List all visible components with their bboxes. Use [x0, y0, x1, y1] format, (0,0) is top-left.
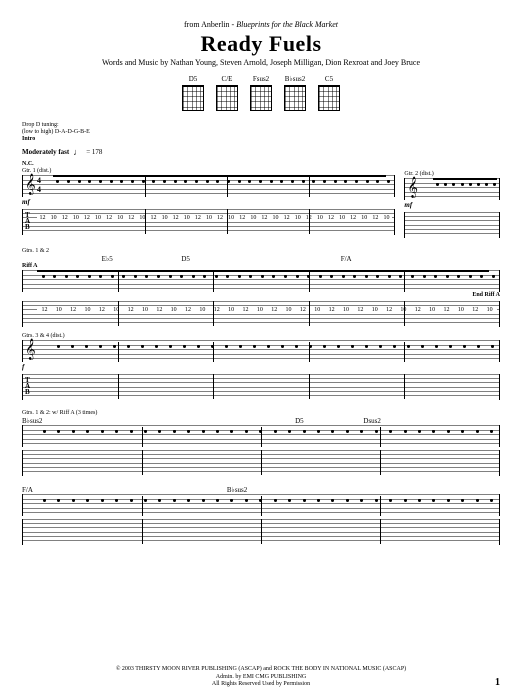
treble-clef-icon: 𝄞 [25, 174, 36, 195]
part-gtr2: Gtr. 2 (dist.) [404, 171, 500, 177]
chord-c5: C5 [318, 75, 340, 112]
system-1: N.C. Gtr. 1 (dist.) 𝄞 44 mf TAB 12101210… [22, 161, 500, 238]
part-riffa-3x: Gtrs. 1 & 2: w/ Riff A (3 times) [22, 410, 500, 416]
treble-clef-icon: 𝄞 [25, 339, 36, 360]
system-3: Gtrs. 1 & 2: w/ Riff A (3 times) B♭sus2D… [22, 410, 500, 476]
tuning-info: Drop D tuning: (low to high) D-A-D-G-B-E… [22, 122, 500, 144]
notation-staff-2 [22, 270, 500, 292]
tab-staff-4 [22, 519, 500, 545]
treble-clef-icon: 𝄞 [407, 177, 418, 198]
page-number: 1 [495, 677, 500, 688]
tempo: Moderately fast ♩ = 178 [22, 147, 500, 157]
dynamics-mf-2: mf [404, 201, 500, 209]
chord-bbsus2: B♭sus2 [284, 75, 306, 112]
chord-row-3: B♭sus2D5Dsus2 [22, 417, 500, 425]
notation-staff-4 [22, 494, 500, 516]
chord-d5: D5 [182, 75, 204, 112]
tempo-label: Moderately fast [22, 148, 69, 156]
source-line: from Anberlin - Blueprints for the Black… [22, 20, 500, 29]
section-label: Intro [22, 136, 500, 143]
album-title: Blueprints for the Black Market [236, 20, 338, 29]
tab-staff-gtr2 [404, 212, 500, 238]
part-gtr1: N.C. [22, 161, 395, 167]
notation-staff-3 [22, 425, 500, 447]
tab-staff-2b: TAB [22, 374, 500, 400]
tab-staff-2: 1210121012101210121012101210121012101210… [22, 301, 500, 327]
chord-row-2: E♭5D5F/A [22, 255, 500, 263]
copyright-line-1: © 2003 THIRSTY MOON RIVER PUBLISHING (AS… [22, 666, 500, 673]
copyright-line-3: All Rights Reserved Used by Permission [22, 681, 500, 688]
notation-staff-gtr2: 𝄞 [404, 178, 500, 200]
system-4: F/AB♭sus2 [22, 486, 500, 545]
tuning-label: Drop D tuning: [22, 122, 500, 129]
notation-staff: 𝄞 44 [22, 175, 395, 197]
time-signature: 44 [37, 176, 41, 194]
tab-staff: TAB 121012101210121012101210121012101210… [22, 209, 395, 235]
notation-staff-2b: 𝄞 [22, 340, 500, 362]
part-gtr1-name: Gtr. 1 (dist.) [22, 168, 395, 174]
chord-fsus2: Fsus2 [250, 75, 272, 112]
end-riffa: End Riff A [22, 292, 500, 298]
tab-staff-3 [22, 450, 500, 476]
tempo-value: = 178 [86, 148, 102, 156]
system-2: Gtrs. 1 & 2 E♭5D5F/A Riff A End Riff A 1… [22, 248, 500, 400]
tuning-notes: (low to high) D-A-D-G-B-E [22, 129, 500, 136]
copyright-footer: © 2003 THIRSTY MOON RIVER PUBLISHING (AS… [22, 666, 500, 688]
song-title: Ready Fuels [22, 31, 500, 57]
part-gtrs12: Gtrs. 1 & 2 [22, 248, 500, 254]
credits: Words and Music by Nathan Young, Steven … [22, 58, 500, 67]
part-gtrs34: Gtrs. 3 & 4 (dist.) [22, 333, 500, 339]
sheet-header: from Anberlin - Blueprints for the Black… [22, 20, 500, 67]
dynamics-f: f [22, 363, 500, 371]
chord-ce: C/E [216, 75, 238, 112]
copyright-line-2: Admin. by EMI CMG PUBLISHING [22, 674, 500, 681]
chord-row-4: F/AB♭sus2 [22, 486, 500, 494]
chord-diagrams: D5 C/E Fsus2 B♭sus2 C5 [22, 75, 500, 112]
source-prefix: from Anberlin - [184, 20, 236, 29]
riffa-label: Riff A [22, 263, 500, 269]
dynamics-mf: mf [22, 198, 395, 206]
quarter-note-icon: ♩ [73, 147, 82, 157]
